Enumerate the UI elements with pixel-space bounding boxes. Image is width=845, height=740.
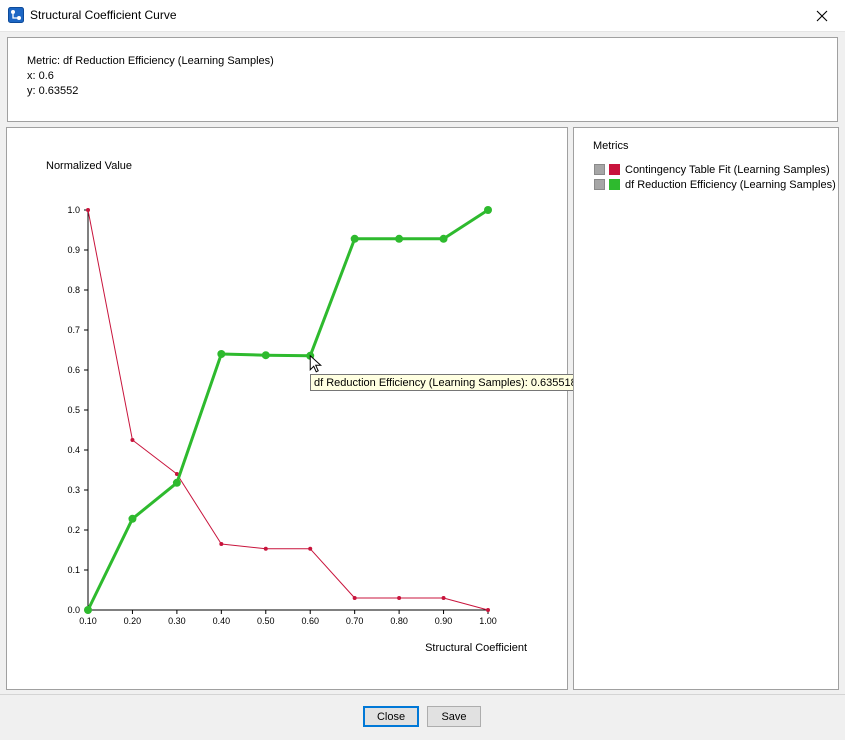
x-tick-label: 0.40	[213, 616, 231, 626]
series-line-contingency	[87, 209, 489, 611]
legend-swatch-contingency	[609, 164, 620, 175]
x-tick-label: 0.60	[301, 616, 319, 626]
legend-checkbox[interactable]	[594, 179, 605, 190]
data-point-contingency	[263, 546, 268, 551]
x-tick-label: 0.20	[124, 616, 142, 626]
y-tick-label: 0.3	[67, 485, 80, 495]
y-value-text: y: 0.63552	[27, 85, 79, 97]
title-bar: Structural Coefficient Curve	[0, 0, 845, 32]
metric-name-text: Metric: df Reduction Efficiency (Learnin…	[27, 55, 274, 67]
x-tick-label: 1.00	[479, 616, 497, 626]
button-bar: Close Save	[0, 694, 845, 740]
y-tick-label: 1.0	[67, 205, 80, 215]
legend-item-df-reduction[interactable]: df Reduction Efficiency (Learning Sample…	[594, 178, 836, 191]
data-point-contingency	[486, 608, 490, 612]
legend-label: df Reduction Efficiency (Learning Sample…	[625, 178, 836, 191]
data-point-df-reduction	[439, 234, 448, 243]
data-point-contingency	[86, 208, 90, 212]
legend-swatch-df-reduction	[609, 179, 620, 190]
data-point-df-reduction	[84, 606, 92, 614]
data-point-contingency	[352, 596, 357, 600]
y-tick-label: 0.6	[67, 365, 80, 375]
data-point-contingency	[130, 438, 135, 442]
window-title: Structural Coefficient Curve	[30, 8, 177, 22]
y-tick-label: 0.4	[67, 445, 80, 455]
data-point-contingency	[441, 596, 446, 600]
legend-title: Metrics	[593, 140, 629, 152]
data-point-df-reduction	[261, 351, 270, 360]
series-line-df-reduction	[86, 208, 489, 611]
x-value-text: x: 0.6	[27, 70, 54, 82]
legend-item-contingency[interactable]: Contingency Table Fit (Learning Samples)	[594, 163, 830, 176]
data-point-df-reduction	[395, 234, 404, 243]
data-point-contingency	[219, 542, 224, 546]
data-point-df-reduction	[350, 234, 359, 243]
y-tick-label: 0.1	[67, 565, 80, 575]
mouse-cursor-icon	[309, 354, 323, 373]
metric-info-panel: Metric: df Reduction Efficiency (Learnin…	[7, 37, 838, 122]
legend-panel: Metrics Contingency Table Fit (Learning …	[573, 127, 839, 690]
legend-label: Contingency Table Fit (Learning Samples)	[625, 163, 830, 176]
y-axis-label: Normalized Value	[46, 160, 132, 172]
chart-panel: 0.0 0.1 0.2 0.3 0.4 0.5 0.6 0.7 0.8 0.9 1.0 0.10 0.2…	[6, 127, 568, 690]
x-tick-label: 0.30	[168, 616, 186, 626]
x-axis-label: Structural Coefficient	[425, 642, 527, 654]
data-point-df-reduction	[128, 514, 137, 523]
legend-checkbox[interactable]	[594, 164, 605, 175]
y-tick-label: 0.5	[67, 405, 80, 415]
y-tick-label: 0.0	[67, 605, 80, 615]
data-point-df-reduction	[172, 478, 181, 487]
data-point-df-reduction	[484, 206, 492, 214]
x-tick-label: 0.70	[346, 616, 364, 626]
y-tick-label: 0.7	[67, 325, 80, 335]
x-tick-label: 0.10	[79, 616, 97, 626]
y-tick-label: 0.9	[67, 245, 80, 255]
x-tick-label: 0.50	[257, 616, 275, 626]
x-tick-label: 0.90	[435, 616, 453, 626]
save-button[interactable]: Save	[427, 706, 481, 727]
data-point-contingency	[308, 546, 313, 551]
y-tick-label: 0.8	[67, 285, 80, 295]
y-tick-label: 0.2	[67, 525, 80, 535]
data-point-contingency	[397, 596, 402, 600]
close-icon[interactable]	[799, 0, 845, 31]
line-chart[interactable]: 0.0 0.1 0.2 0.3 0.4 0.5 0.6 0.7 0.8 0.9 1.0 0.10 0.2…	[7, 128, 567, 689]
data-point-df-reduction	[217, 350, 226, 358]
structure-curve-icon	[8, 7, 24, 23]
x-tick-label: 0.80	[390, 616, 408, 626]
close-button[interactable]: Close	[363, 706, 419, 727]
